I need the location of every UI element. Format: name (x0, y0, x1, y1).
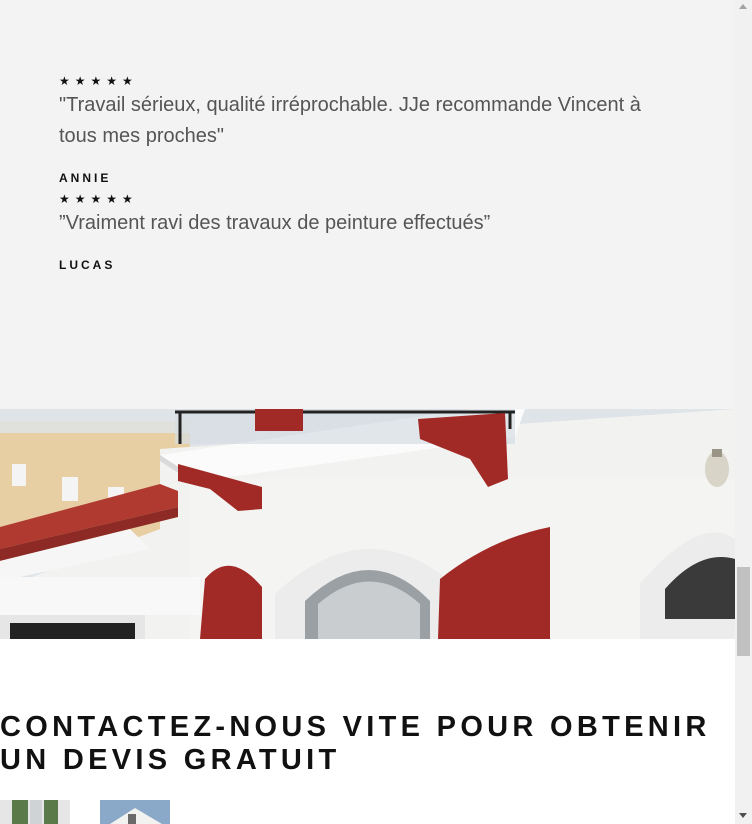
review-quote: "Travail sérieux, qualité irréprochable.… (59, 94, 641, 147)
house-facade-photo (0, 409, 735, 639)
testimonials-section: ★★★★★ "Travail sérieux, qualité irréproc… (0, 0, 735, 409)
review-quote: ”Vraiment ravi des travaux de peinture e… (59, 212, 491, 234)
review-1: ★★★★★ "Travail sérieux, qualité irréproc… (59, 74, 679, 185)
gallery-thumbnail[interactable] (100, 800, 170, 824)
page: ★★★★★ "Travail sérieux, qualité irréproc… (0, 0, 735, 824)
star-rating-icon: ★★★★★ (59, 192, 138, 206)
scroll-down-arrow-icon[interactable] (739, 813, 747, 818)
review-author: LUCAS (59, 258, 116, 272)
scroll-up-arrow-icon[interactable] (739, 4, 747, 9)
contact-heading: CONTACTEZ-NOUS VITE POUR OBTENIR UN DEVI… (0, 711, 711, 776)
review-author: ANNIE (59, 171, 112, 185)
star-rating-icon: ★★★★★ (59, 74, 138, 88)
gallery-thumbnail[interactable] (0, 800, 70, 824)
vertical-scrollbar[interactable] (735, 0, 752, 824)
review-2: ★★★★★ ”Vraiment ravi des travaux de pein… (59, 192, 679, 272)
scrollbar-thumb[interactable] (737, 567, 750, 656)
